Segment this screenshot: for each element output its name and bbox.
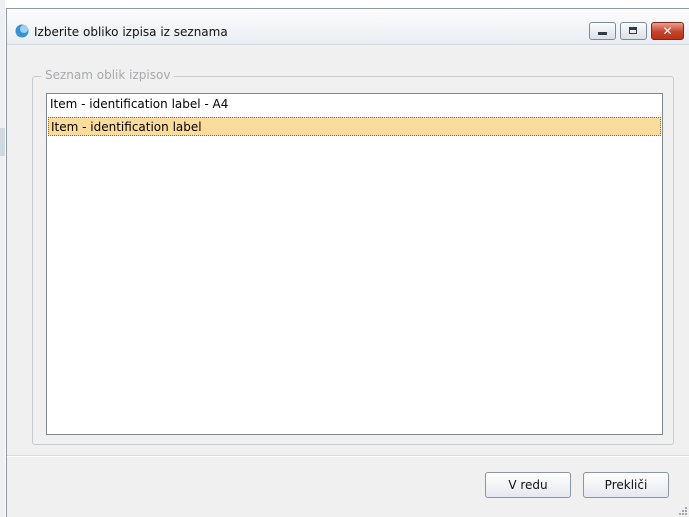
app-icon <box>15 24 29 38</box>
footer-separator <box>7 455 689 457</box>
dialog-window: Izberite obliko izpisa iz seznama ✕ Sezn… <box>6 8 689 517</box>
minimize-icon <box>598 32 607 35</box>
ok-button[interactable]: V redu <box>485 472 571 498</box>
cancel-button[interactable]: Prekliči <box>583 472 669 498</box>
resize-grip-icon[interactable] <box>677 505 687 515</box>
title-bar[interactable]: Izberite obliko izpisa iz seznama ✕ <box>7 9 689 45</box>
report-format-list[interactable]: Item - identification label - A4 Item - … <box>46 93 663 435</box>
close-button[interactable]: ✕ <box>651 22 684 40</box>
maximize-button[interactable] <box>620 22 647 40</box>
background-edge-mark <box>0 128 5 156</box>
list-item[interactable]: Item - identification label - A4 <box>48 95 661 114</box>
close-icon: ✕ <box>662 24 673 38</box>
minimize-button[interactable] <box>589 22 616 40</box>
group-legend: Seznam oblik izpisov <box>41 68 175 82</box>
background-edge <box>0 0 5 517</box>
list-item-selected[interactable]: Item - identification label <box>48 117 661 136</box>
maximize-icon <box>629 27 637 34</box>
window-title: Izberite obliko izpisa iz seznama <box>34 25 228 39</box>
